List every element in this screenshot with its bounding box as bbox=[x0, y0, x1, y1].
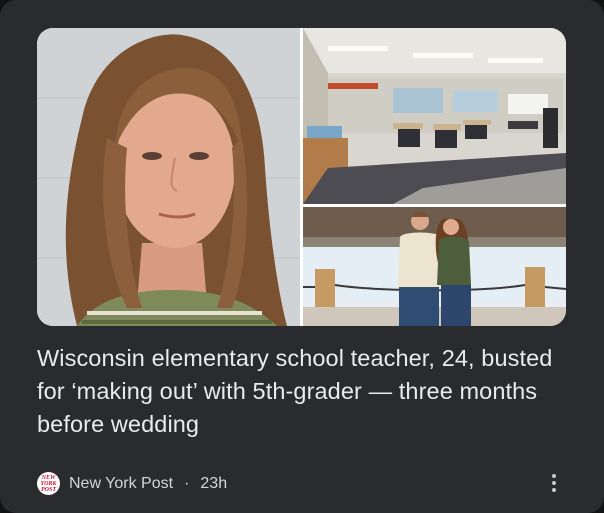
article-headline[interactable]: Wisconsin elementary school teacher, 24,… bbox=[37, 342, 577, 441]
more-dot bbox=[552, 481, 556, 485]
article-image-collage[interactable] bbox=[37, 28, 566, 326]
publisher-logo-icon: NEW YORK POST bbox=[37, 472, 60, 495]
portrait-photo bbox=[37, 28, 300, 326]
news-card[interactable]: Wisconsin elementary school teacher, 24,… bbox=[0, 0, 604, 513]
more-dot bbox=[552, 488, 556, 492]
separator-dot: · bbox=[184, 474, 190, 492]
logo-text-line3: POST bbox=[41, 486, 56, 493]
publisher-name[interactable]: New York Post bbox=[69, 475, 173, 493]
more-vertical-icon[interactable] bbox=[544, 471, 564, 495]
couple-lakeside-photo bbox=[303, 207, 566, 326]
more-dot bbox=[552, 474, 556, 478]
publish-time: 23h bbox=[200, 474, 228, 492]
source-row: NEW YORK POST New York Post · 23h bbox=[37, 472, 227, 495]
classroom-photo bbox=[303, 28, 566, 204]
